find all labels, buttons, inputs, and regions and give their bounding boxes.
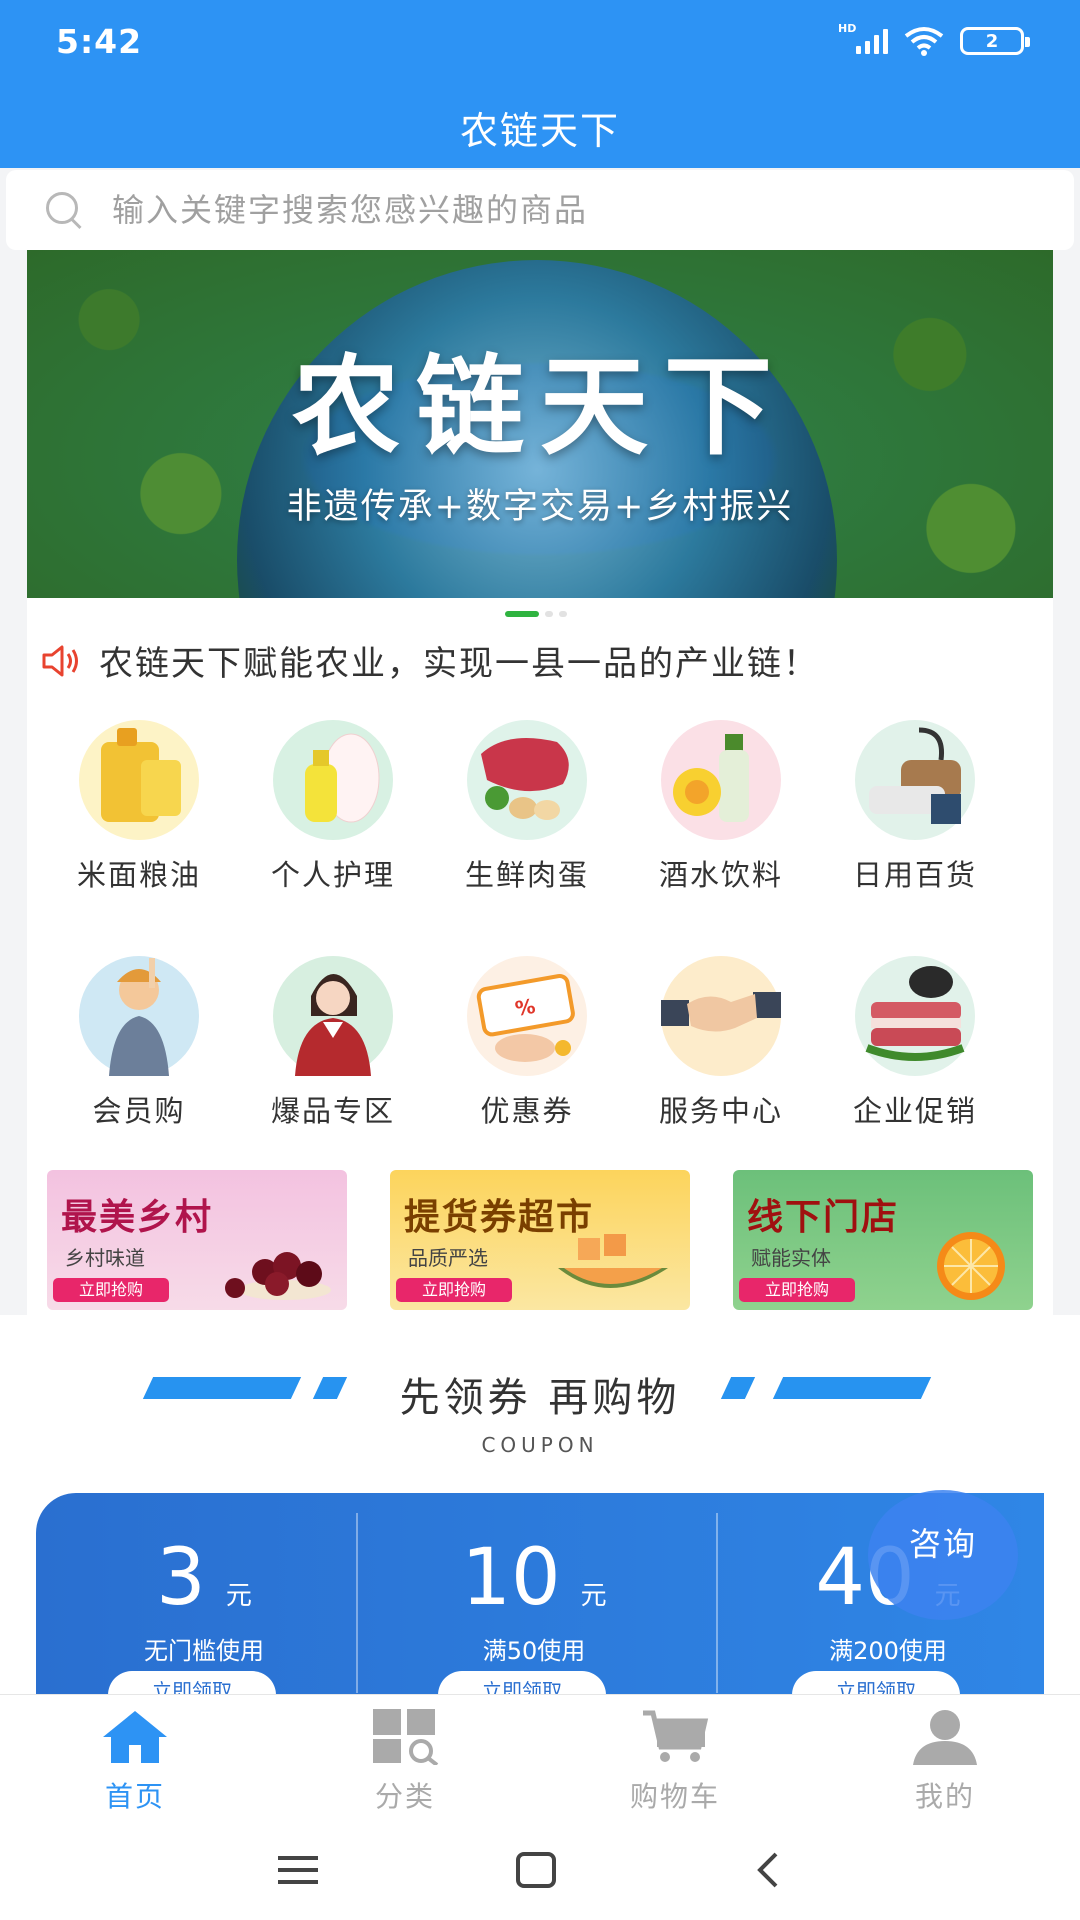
banner-carousel[interactable]: 农链天下 非遗传承+数字交易+乡村振兴 — [27, 250, 1053, 598]
coupon-amount: 3元 — [156, 1533, 252, 1623]
coupon-divider — [356, 1513, 358, 1693]
banner-title: 农链天下 — [291, 345, 788, 470]
tab-home[interactable]: 首页 — [35, 1707, 235, 1815]
coupon-card[interactable]: 3元 无门槛使用 立即领取 — [36, 1493, 372, 1713]
profile-icon — [909, 1707, 981, 1765]
meat-icon — [467, 720, 587, 840]
carousel-dot — [545, 611, 553, 617]
category-label: 优惠券 — [480, 1094, 574, 1128]
category-item[interactable]: 会员购 — [54, 956, 224, 1130]
consult-button[interactable]: 咨询 — [868, 1490, 1018, 1620]
tab-category[interactable]: 分类 — [305, 1707, 505, 1815]
coupon-amount: 10 元 — [461, 1533, 607, 1623]
category-label: 米面粮油 — [76, 858, 201, 892]
category-item[interactable]: 日用百货 — [830, 720, 1000, 894]
coupon-heading: 先领券 再购物 COUPON — [0, 1365, 1080, 1457]
top-bar: 5:42 HD 2 农链天下 — [0, 0, 1080, 168]
category-item[interactable]: 爆品专区 — [248, 956, 418, 1130]
category-label: 企业促销 — [852, 1094, 977, 1128]
back-icon[interactable] — [750, 1850, 810, 1890]
search-bar[interactable] — [6, 170, 1074, 250]
network-type-label: HD — [838, 22, 857, 35]
category-label: 酒水饮料 — [658, 858, 783, 892]
category-item[interactable]: 酒水饮料 — [636, 720, 806, 894]
coupon-condition: 无门槛使用 — [144, 1637, 264, 1665]
category-item[interactable]: 企业促销 — [830, 956, 1000, 1130]
coupon-title: 先领券 再购物 — [399, 1375, 681, 1421]
category-icon — [369, 1707, 441, 1767]
status-icons: HD 2 — [838, 22, 1030, 56]
search-input[interactable] — [112, 191, 1012, 229]
promo-subtitle: 乡村味道 — [65, 1246, 145, 1270]
buy-now-button[interactable]: 立即抢购 — [396, 1278, 512, 1302]
category-item[interactable]: % 优惠券 — [442, 956, 612, 1130]
tab-label: 首页 — [104, 1780, 165, 1813]
promo-offline-store[interactable]: 线下门店 赋能实体 立即抢购 — [733, 1170, 1033, 1310]
vacuum-icon — [855, 720, 975, 840]
carousel-indicator — [505, 611, 567, 617]
search-icon — [44, 190, 84, 230]
speaker-icon — [41, 644, 81, 678]
bottom-tab-bar: 首页 分类 购物车 我的 — [0, 1694, 1080, 1820]
promo-title: 最美乡村 — [61, 1197, 214, 1238]
promo-subtitle: 赋能实体 — [751, 1246, 831, 1270]
category-item[interactable]: 个人护理 — [248, 720, 418, 894]
promo-voucher-market[interactable]: 提货券超市 品质严选 立即抢购 — [390, 1170, 690, 1310]
system-nav-bar — [0, 1820, 1080, 1920]
category-label: 日用百货 — [852, 858, 977, 892]
category-item[interactable]: 生鲜肉蛋 — [442, 720, 612, 894]
melon-icon — [558, 1234, 668, 1288]
home-icon — [99, 1707, 171, 1765]
category-label: 生鲜肉蛋 — [464, 858, 589, 892]
coupon-condition: 满200使用 — [829, 1637, 947, 1665]
coupon-icon: % — [467, 956, 587, 1076]
promo-village[interactable]: 最美乡村 乡村味道 立即抢购 — [47, 1170, 347, 1310]
page-title: 农链天下 — [459, 109, 620, 153]
pork-icon — [855, 956, 975, 1076]
buy-now-button[interactable]: 立即抢购 — [53, 1278, 169, 1302]
promo-title: 线下门店 — [747, 1197, 900, 1238]
coupon-subtitle: COUPON — [481, 1433, 599, 1457]
coupon-card[interactable]: 10 元 满50使用 立即领取 — [366, 1493, 702, 1713]
home-content: 农链天下 非遗传承+数字交易+乡村振兴 农链天下赋能农业，实现一县一品的产业链！… — [27, 250, 1053, 1315]
tab-label: 分类 — [374, 1780, 435, 1813]
notice-text: 农链天下赋能农业，实现一县一品的产业链！ — [99, 644, 819, 684]
buy-now-button[interactable]: 立即抢购 — [739, 1278, 855, 1302]
signal-icon: HD — [838, 22, 888, 54]
lotion-icon — [273, 720, 393, 840]
tab-label: 我的 — [914, 1780, 975, 1813]
hot-item-icon — [273, 956, 393, 1076]
svg-text:%: % — [513, 994, 537, 1021]
tab-label: 购物车 — [629, 1780, 720, 1813]
carousel-dot — [505, 611, 539, 617]
wifi-icon — [904, 27, 944, 56]
battery-icon: 2 — [960, 27, 1030, 55]
cart-icon — [639, 1707, 711, 1765]
category-label: 服务中心 — [658, 1094, 783, 1128]
oil-icon — [79, 720, 199, 840]
notice-bar[interactable]: 农链天下赋能农业，实现一县一品的产业链！ — [41, 636, 819, 685]
promo-subtitle: 品质严选 — [408, 1246, 488, 1270]
member-icon — [79, 956, 199, 1076]
coupon-condition: 满50使用 — [482, 1637, 586, 1665]
orange-icon — [937, 1232, 1005, 1300]
menu-icon[interactable] — [272, 1850, 332, 1890]
tab-cart[interactable]: 购物车 — [575, 1707, 775, 1815]
banner-subtitle: 非遗传承+数字交易+乡村振兴 — [286, 487, 794, 527]
coupon-divider — [716, 1513, 718, 1693]
category-label: 会员购 — [92, 1094, 186, 1128]
drinks-icon — [661, 720, 781, 840]
category-label: 爆品专区 — [270, 1094, 395, 1128]
category-item[interactable]: 米面粮油 — [54, 720, 224, 894]
tab-profile[interactable]: 我的 — [845, 1707, 1045, 1815]
handshake-icon — [647, 956, 797, 1076]
category-label: 个人护理 — [270, 858, 395, 892]
status-time: 5:42 — [56, 22, 143, 61]
cherry-icon — [225, 1252, 331, 1300]
category-item[interactable]: 服务中心 — [636, 956, 806, 1130]
home-nav-icon[interactable] — [510, 1850, 570, 1890]
carousel-dot — [559, 611, 567, 617]
